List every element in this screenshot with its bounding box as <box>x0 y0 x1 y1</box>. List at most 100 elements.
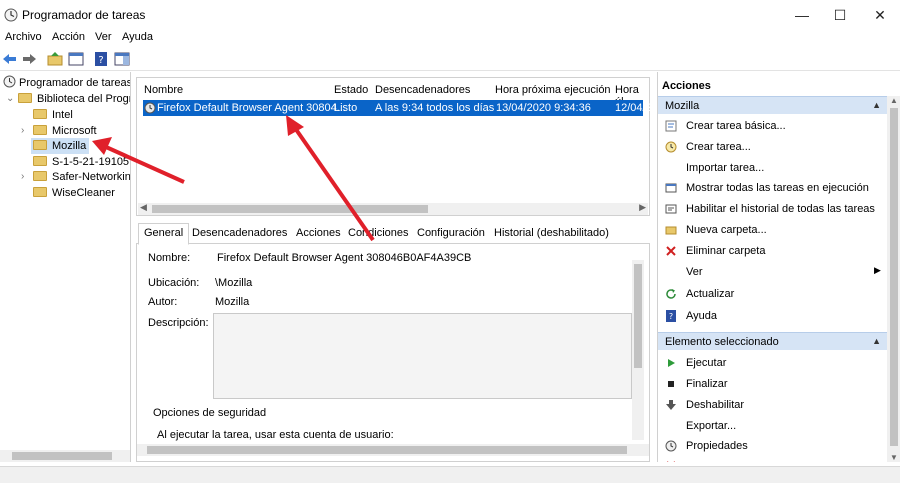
tab-history[interactable]: Historial (deshabilitado) <box>494 227 609 239</box>
actions-pane: Acciones Mozilla ▲ Crear tarea básica...… <box>657 72 900 462</box>
chevron-right-icon[interactable]: › <box>21 169 24 185</box>
folder-icon <box>33 187 47 197</box>
task-status: Listo <box>334 102 358 114</box>
minimize-button[interactable]: — <box>782 0 822 30</box>
scroll-thumb[interactable] <box>634 264 642 368</box>
folder-icon <box>18 93 32 103</box>
tree-item-wisecleaner[interactable]: WiseCleaner <box>33 185 115 201</box>
refresh-icon <box>666 289 676 299</box>
clock-app-icon <box>4 8 18 22</box>
scroll-thumb[interactable] <box>12 452 112 460</box>
close-button[interactable]: ✕ <box>860 0 900 30</box>
collapse-up-icon[interactable]: ▲ <box>872 100 881 110</box>
description-field[interactable] <box>213 313 632 399</box>
end-button[interactable]: Finalizar <box>658 374 887 394</box>
tree-item-intel[interactable]: Intel <box>33 107 73 123</box>
column-header-next-run[interactable]: Hora próxima ejecución <box>495 84 611 96</box>
submenu-arrow-icon: ▶ <box>874 265 881 275</box>
run-button[interactable]: Ejecutar <box>658 353 887 373</box>
view-submenu[interactable]: Ver ▶ <box>658 262 887 282</box>
tree-horizontal-scrollbar[interactable] <box>0 450 130 462</box>
folder-icon <box>33 125 47 135</box>
tab-general[interactable]: General <box>138 223 190 245</box>
collapse-up-icon[interactable]: ▲ <box>872 336 881 346</box>
forward-arrow-icon[interactable] <box>20 50 38 68</box>
show-running-tasks-button[interactable]: Mostrar todas las tareas en ejecución <box>658 178 887 198</box>
show-hide-tree-icon[interactable] <box>67 50 85 68</box>
disable-button[interactable]: Deshabilitar <box>658 395 887 415</box>
maximize-button[interactable]: ☐ <box>820 0 860 30</box>
history-icon <box>665 204 677 214</box>
folder-icon <box>33 109 47 119</box>
new-folder-button[interactable]: Nueva carpeta... <box>658 220 887 240</box>
menu-bar: Archivo Acción Ver Ayuda <box>0 30 900 46</box>
tree-item-library[interactable]: ⌄ Biblioteca del Progra <box>6 91 131 107</box>
tree-item-mozilla[interactable]: Mozilla <box>31 138 90 154</box>
action-label: Ayuda <box>686 310 717 322</box>
actions-section-mozilla[interactable]: Mozilla ▲ <box>658 96 887 114</box>
task-list-horizontal-scrollbar[interactable]: ◀ ▶ <box>138 202 648 215</box>
task-last-run: 12/04/2 <box>615 102 652 114</box>
name-label: Nombre: <box>148 252 191 264</box>
action-label: Importar tarea... <box>686 162 765 174</box>
refresh-button[interactable]: Actualizar <box>658 284 887 304</box>
tab-actions[interactable]: Acciones <box>296 227 341 239</box>
details-horizontal-scrollbar[interactable] <box>137 444 649 456</box>
create-basic-task-button[interactable]: Crear tarea básica... <box>658 116 887 136</box>
folder-up-icon[interactable] <box>46 50 64 68</box>
scroll-thumb[interactable] <box>152 205 428 213</box>
tab-triggers[interactable]: Desencadenadores <box>192 227 287 239</box>
import-task-button[interactable]: Importar tarea... <box>658 158 887 178</box>
clock-plus-icon <box>665 141 677 153</box>
folder-icon <box>665 226 677 235</box>
create-task-button[interactable]: Crear tarea... <box>658 137 887 157</box>
tree-item-sid[interactable]: S-1-5-21-19105 <box>33 154 129 170</box>
tree-root[interactable]: Programador de tareas ( <box>3 75 130 91</box>
details-vertical-scrollbar[interactable] <box>632 260 644 440</box>
tree-item-label: Microsoft <box>52 125 97 137</box>
details-tabs: General Desencadenadores Acciones Condic… <box>136 222 650 245</box>
author-label: Autor: <box>148 296 178 308</box>
column-header-name[interactable]: Nombre <box>144 84 183 96</box>
svg-text:?: ? <box>98 55 103 66</box>
show-hide-actions-icon[interactable] <box>113 50 131 68</box>
enable-history-button[interactable]: Habilitar el historial de todas las tare… <box>658 199 887 219</box>
name-field[interactable]: Firefox Default Browser Agent 308046B0AF… <box>213 249 633 267</box>
column-header-triggers[interactable]: Desencadenadores <box>375 84 470 96</box>
menu-ayuda[interactable]: Ayuda <box>122 31 153 43</box>
menu-ver[interactable]: Ver <box>95 31 112 43</box>
menu-accion[interactable]: Acción <box>52 31 85 43</box>
actions-section-selected-item[interactable]: Elemento seleccionado ▲ <box>658 332 887 350</box>
delete-task-button[interactable] <box>658 456 887 462</box>
tree-item-label: Safer-Networkin <box>52 171 131 183</box>
chevron-down-icon[interactable]: ⌄ <box>6 91 14 107</box>
actions-vertical-scrollbar[interactable]: ▲ ▼ <box>887 96 900 462</box>
location-value: \Mozilla <box>215 277 253 289</box>
column-header-status[interactable]: Estado <box>334 84 368 96</box>
export-button[interactable]: Exportar... <box>658 416 887 436</box>
tree-item-safer-networking[interactable]: › Safer-Networkin <box>21 169 131 185</box>
section-label: Elemento seleccionado <box>665 336 779 348</box>
chevron-right-icon[interactable]: › <box>21 123 24 139</box>
properties-button[interactable]: Propiedades <box>658 436 887 456</box>
clock-icon <box>3 75 16 88</box>
scroll-thumb[interactable] <box>147 446 627 454</box>
back-arrow-icon[interactable] <box>1 50 19 68</box>
action-label: Mostrar todas las tareas en ejecución <box>686 182 869 194</box>
tree-item-label: Biblioteca del Progra <box>37 93 131 105</box>
action-label: Deshabilitar <box>686 399 745 411</box>
tree-item-microsoft[interactable]: › Microsoft <box>21 123 97 139</box>
tab-settings[interactable]: Configuración <box>417 227 485 239</box>
menu-archivo[interactable]: Archivo <box>5 31 42 43</box>
action-label: Actualizar <box>686 288 735 300</box>
actions-header: Acciones <box>662 80 711 92</box>
help-icon[interactable]: ? <box>92 50 110 68</box>
tab-conditions[interactable]: Condiciones <box>348 227 409 239</box>
folder-icon <box>33 171 47 181</box>
scroll-thumb[interactable] <box>890 108 898 446</box>
delete-folder-button[interactable]: Eliminar carpeta <box>658 241 887 261</box>
table-row[interactable]: Firefox Default Browser Agent 30804... L… <box>143 100 652 116</box>
run-as-label: Al ejecutar la tarea, usar esta cuenta d… <box>157 429 394 441</box>
action-label: Eliminar carpeta <box>686 245 766 257</box>
help-button[interactable]: ? Ayuda <box>658 306 887 326</box>
